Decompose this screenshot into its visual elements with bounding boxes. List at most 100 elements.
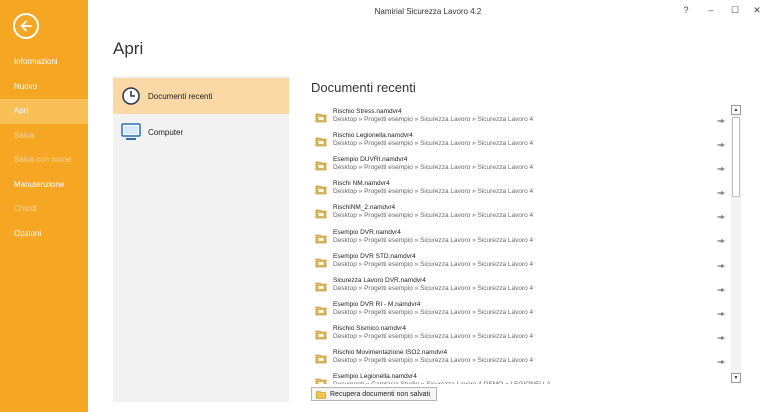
- sidebar-item-opzioni[interactable]: Opzioni: [0, 222, 88, 247]
- recent-file-row[interactable]: Rischio Sismico.namdvr4 Desktop » Progett…: [311, 321, 729, 345]
- file-icon: [315, 327, 327, 340]
- file-path: Desktop » Progetti esempio » Sicurezza L…: [333, 356, 534, 364]
- file-icon: [315, 255, 327, 267]
- recover-unsaved-button[interactable]: Recupera documenti non salvati: [311, 387, 438, 401]
- clock-icon: [120, 85, 142, 107]
- sidebar-item-salva-con-nome[interactable]: Salva con nome: [0, 148, 88, 173]
- recent-file-row[interactable]: Esempio DVR STD.namdvr4 Desktop » Progett…: [311, 249, 729, 273]
- place-computer[interactable]: Computer: [113, 114, 289, 150]
- file-text: Rischio Stress.namdvr4 Desktop » Progetti…: [333, 108, 729, 124]
- places-panel: Documenti recenti Computer: [113, 76, 289, 402]
- pin-icon[interactable]: [717, 112, 725, 123]
- file-path: Desktop » Progetti esempio » Sicurezza L…: [333, 260, 534, 268]
- sidebar-item-manutenzione[interactable]: Manutenzione: [0, 173, 88, 198]
- sidebar-item-informazioni[interactable]: Informazioni: [0, 50, 88, 75]
- file-name: Esempio DVR.namdvr4: [333, 228, 401, 236]
- file-icon: [315, 231, 327, 243]
- file-path: Documenti » Camtasia Studio » Sicurezza …: [333, 381, 729, 384]
- pin-icon[interactable]: [717, 305, 725, 316]
- file-name: Esempio DVR STD.namdvr4: [333, 252, 416, 260]
- file-name: Sicurezza Lavoro DVR.namdvr4: [333, 276, 426, 284]
- file-path: Desktop » Progetti esempio » Sicurezza L…: [333, 188, 534, 196]
- recent-file-row[interactable]: Rischio Stress.namdvr4 Desktop » Progetti…: [311, 104, 729, 128]
- file-name: Esempio DVR RI - M.namdvr4: [333, 300, 421, 308]
- close-button[interactable]: ✕: [750, 5, 764, 16]
- recent-files-list: Rischio Stress.namdvr4 Desktop » Progetti…: [311, 104, 729, 384]
- file-text: Rischio Legionella.namdvr4 Desktop » Prog…: [333, 132, 729, 148]
- recent-file-row[interactable]: Sicurezza Lavoro DVR.namdvr4 Desktop » Pr…: [311, 273, 729, 297]
- file-path: Desktop » Progetti esempio » Sicurezza L…: [333, 284, 534, 292]
- file-text: Esempio DVR STD.namdvr4 Desktop » Progett…: [333, 253, 729, 269]
- file-icon: [315, 206, 327, 219]
- recent-file-row[interactable]: RischiNM_2.namdvr4 Desktop » Progetti ese…: [311, 200, 729, 224]
- recent-file-row[interactable]: Esempio DVR RI - M.namdvr4 Desktop » Prog…: [311, 297, 729, 321]
- file-path: Desktop » Progetti esempio » Sicurezza L…: [333, 164, 534, 172]
- file-path: Desktop » Progetti esempio » Sicurezza L…: [333, 236, 534, 244]
- folder-icon: [316, 390, 326, 399]
- file-icon: [315, 110, 327, 123]
- pin-icon[interactable]: [717, 329, 725, 340]
- file-text: Esempio DVR.namdvr4 Desktop » Progetti es…: [333, 229, 729, 245]
- maximize-button[interactable]: ☐: [728, 5, 742, 16]
- file-path: Desktop » Progetti esempio » Sicurezza L…: [333, 332, 534, 340]
- file-icon: [315, 303, 327, 316]
- back-arrow-icon[interactable]: [13, 13, 39, 39]
- file-text: Esempio DUVRI.namdvr4 Desktop » Progetti …: [333, 156, 729, 172]
- page-title: Apri: [113, 39, 144, 58]
- sidebar-item-chiudi[interactable]: Chiudi: [0, 197, 88, 222]
- recent-file-row[interactable]: Esempio DVR.namdvr4 Desktop » Progetti es…: [311, 224, 729, 248]
- recent-file-row[interactable]: Esempio Legionella.namdvr4Documenti » Ca…: [311, 369, 729, 384]
- file-name: Esempio Legionella.namdvr4: [333, 373, 417, 381]
- app-window: Informazioni Nuovo Apri Salva Salva con …: [0, 0, 768, 412]
- scroll-thumb[interactable]: [732, 117, 740, 197]
- scroll-down-icon[interactable]: ▼: [731, 373, 741, 383]
- vertical-scrollbar[interactable]: ▲ ▼: [731, 105, 741, 383]
- file-icon: [315, 182, 327, 195]
- sidebar-nav: Informazioni Nuovo Apri Salva Salva con …: [0, 50, 88, 246]
- place-label: Documenti recenti: [148, 91, 213, 101]
- file-name: Rischio Legionella.namdvr4: [333, 132, 413, 140]
- pin-icon[interactable]: [717, 232, 725, 244]
- recent-file-row[interactable]: Rischio Legionella.namdvr4 Desktop » Prog…: [311, 128, 729, 152]
- pin-icon[interactable]: [717, 160, 725, 172]
- file-text: Rischio Movimentazione ISO2.namdvr4 Deskt…: [333, 349, 729, 365]
- sidebar-item-salva[interactable]: Salva: [0, 124, 88, 149]
- file-text: Rischi NM.namdvr4 Desktop » Progetti esem…: [333, 180, 729, 196]
- file-text: Esempio DVR RI - M.namdvr4 Desktop » Prog…: [333, 301, 729, 317]
- minimize-button[interactable]: –: [704, 5, 718, 15]
- recent-file-row[interactable]: Esempio DUVRI.namdvr4 Desktop » Progetti …: [311, 152, 729, 176]
- file-name: RischiNM_2.namdvr4: [333, 204, 396, 212]
- recover-button-label: Recupera documenti non salvati: [330, 390, 431, 398]
- file-icon: [315, 279, 327, 292]
- file-text: Sicurezza Lavoro DVR.namdvr4 Desktop » Pr…: [333, 277, 729, 293]
- pin-icon[interactable]: [717, 257, 725, 268]
- computer-icon: [120, 121, 142, 143]
- place-documenti-recenti[interactable]: Documenti recenti: [113, 78, 289, 114]
- file-path: Desktop » Progetti esempio » Sicurezza L…: [333, 212, 534, 220]
- window-title: Namirial Sicurezza Lavoro 4.2: [374, 7, 482, 16]
- file-path: Desktop » Progetti esempio » Sicurezza L…: [333, 140, 534, 148]
- title-bar: Namirial Sicurezza Lavoro 4.2: [88, 0, 768, 22]
- pin-icon[interactable]: [717, 377, 725, 384]
- recent-file-row[interactable]: Rischio Movimentazione ISO2.namdvr4 Deskt…: [311, 345, 729, 369]
- recent-file-row[interactable]: Rischi NM.namdvr4 Desktop » Progetti esem…: [311, 176, 729, 200]
- file-path: Desktop » Progetti esempio » Sicurezza L…: [333, 116, 534, 124]
- pin-icon[interactable]: [717, 353, 725, 364]
- pin-icon[interactable]: [717, 208, 725, 220]
- sidebar-item-apri[interactable]: Apri: [0, 99, 88, 124]
- backstage-sidebar: Informazioni Nuovo Apri Salva Salva con …: [0, 0, 88, 412]
- recent-documents-title: Documenti recenti: [311, 80, 416, 95]
- scroll-up-icon[interactable]: ▲: [731, 105, 741, 115]
- pin-icon[interactable]: [717, 281, 725, 292]
- file-icon: [315, 134, 327, 147]
- sidebar-item-nuovo[interactable]: Nuovo: [0, 75, 88, 100]
- help-button[interactable]: ?: [679, 5, 693, 15]
- file-icon: [315, 158, 327, 171]
- file-path: Desktop » Progetti esempio » Sicurezza L…: [333, 308, 534, 316]
- file-name: Rischio Sismico.namdvr4: [333, 324, 406, 332]
- pin-icon[interactable]: [717, 184, 725, 196]
- file-name: Rischi NM.namdvr4: [333, 180, 390, 188]
- pin-icon[interactable]: [717, 136, 725, 148]
- file-name: Esempio DUVRI.namdvr4: [333, 156, 408, 164]
- file-text: Esempio Legionella.namdvr4Documenti » Ca…: [333, 373, 729, 384]
